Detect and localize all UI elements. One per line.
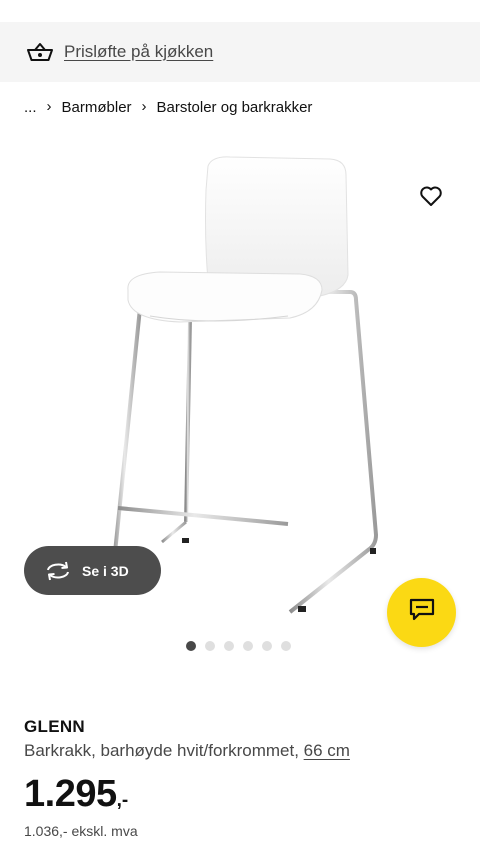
promo-link[interactable]: Prisløfte på kjøkken (64, 42, 213, 62)
promo-banner[interactable]: Prisløfte på kjøkken (0, 22, 480, 82)
chat-button[interactable] (387, 578, 456, 647)
view-in-3d-label: Se i 3D (82, 562, 129, 579)
chat-icon (409, 598, 435, 627)
breadcrumb: ... › Barmøbler › Barstoler og barkrakke… (24, 96, 312, 118)
carousel-dot[interactable] (224, 641, 234, 651)
chevron-right-icon: › (46, 97, 52, 115)
price-ex-vat: 1.036,- ekskl. mva (24, 823, 138, 839)
breadcrumb-item-barstoler[interactable]: Barstoler og barkrakker (157, 99, 313, 116)
product-name: GLENN (24, 717, 85, 736)
heart-icon (419, 185, 443, 210)
product-description-text: Barkrakk, barhøyde hvit/forkrommet, (24, 741, 304, 760)
rotate-3d-icon (44, 561, 72, 581)
favorite-button[interactable] (412, 180, 450, 214)
size-link[interactable]: 66 cm (304, 741, 350, 760)
carousel-dot[interactable] (243, 641, 253, 651)
breadcrumb-item-barmobler[interactable]: Barmøbler (62, 99, 132, 116)
carousel-dot[interactable] (281, 641, 291, 651)
breadcrumb-ellipsis[interactable]: ... (24, 99, 37, 116)
price-main: 1.295 (24, 773, 117, 815)
product-description: Barkrakk, barhøyde hvit/forkrommet, 66 c… (24, 741, 350, 761)
price-suffix: ,- (116, 790, 129, 811)
carousel-dot[interactable] (205, 641, 215, 651)
carousel-dot[interactable] (186, 641, 196, 651)
basket-icon (26, 40, 54, 64)
view-in-3d-button[interactable]: Se i 3D (24, 546, 161, 595)
price: 1.295 ,- (24, 773, 128, 816)
carousel-dots (186, 641, 291, 651)
carousel-dot[interactable] (262, 641, 272, 651)
chevron-right-icon: › (141, 97, 147, 115)
